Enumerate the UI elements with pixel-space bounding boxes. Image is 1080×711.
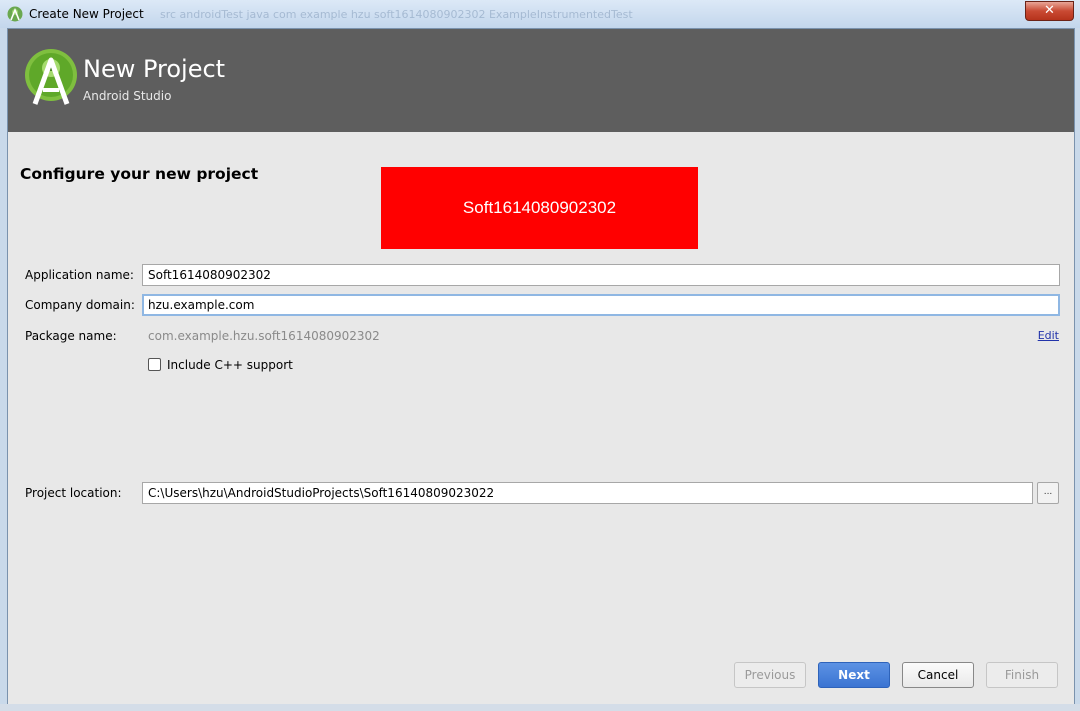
application-name-field[interactable]: Soft1614080902302 <box>142 264 1060 286</box>
left-frame <box>0 28 7 704</box>
company-domain-field[interactable]: hzu.example.com <box>142 294 1060 316</box>
banner-subtitle: Android Studio <box>83 89 172 103</box>
package-name-label: Package name: <box>25 329 117 343</box>
dialog-body: New Project Android Studio Configure you… <box>7 28 1075 706</box>
browse-button[interactable]: ... <box>1037 482 1059 504</box>
close-button[interactable]: ✕ <box>1025 1 1074 21</box>
window-title: Create New Project <box>29 7 144 21</box>
project-location-label: Project location: <box>25 486 122 500</box>
finish-button[interactable]: Finish <box>986 662 1058 688</box>
project-location-field[interactable]: C:\Users\hzu\AndroidStudioProjects\Soft1… <box>142 482 1033 504</box>
previous-button[interactable]: Previous <box>734 662 806 688</box>
company-domain-label: Company domain: <box>25 298 135 312</box>
background-breadcrumb: src androidTest java com example hzu sof… <box>160 8 633 21</box>
include-cpp-label[interactable]: Include C++ support <box>167 358 293 372</box>
edit-package-link[interactable]: Edit <box>1038 329 1059 342</box>
page-title: Configure your new project <box>20 165 259 183</box>
bottom-frame <box>0 704 1080 711</box>
android-studio-logo-icon <box>25 49 77 105</box>
cancel-button[interactable]: Cancel <box>902 662 974 688</box>
android-studio-icon <box>7 6 23 22</box>
package-name-value: com.example.hzu.soft1614080902302 <box>148 329 380 343</box>
include-cpp-checkbox[interactable] <box>148 358 161 371</box>
banner-title: New Project <box>83 55 226 83</box>
red-overlay-label: Soft1614080902302 <box>381 167 698 249</box>
title-bar: src androidTest java com example hzu sof… <box>0 0 1080 29</box>
header-banner: New Project Android Studio <box>8 29 1074 132</box>
next-button[interactable]: Next <box>818 662 890 688</box>
application-name-label: Application name: <box>25 268 134 282</box>
